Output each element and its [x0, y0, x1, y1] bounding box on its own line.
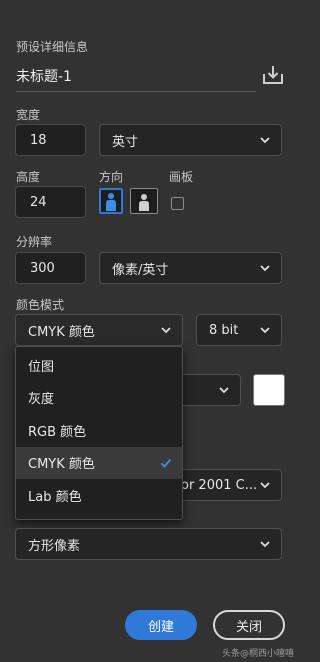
- portrait-person-icon: [106, 193, 116, 211]
- checkmark-icon: [160, 458, 172, 468]
- preset-details-title: 预设详细信息: [16, 40, 89, 54]
- height-value: 24: [30, 194, 47, 210]
- width-label: 宽度: [16, 108, 41, 122]
- menu-item-label: Lab 颜色: [28, 489, 82, 505]
- color-mode-select[interactable]: CMYK 颜色: [15, 314, 183, 346]
- color-mode-label: 颜色模式: [16, 298, 65, 312]
- width-value: 18: [30, 132, 47, 148]
- save-preset-icon[interactable]: [261, 63, 285, 87]
- chevron-down-icon: [219, 387, 229, 394]
- portrait-orientation-button[interactable]: [99, 188, 123, 214]
- menu-item-cmyk[interactable]: CMYK 颜色: [16, 446, 182, 479]
- height-label: 高度: [16, 170, 41, 184]
- menu-item-label: CMYK 颜色: [28, 457, 95, 473]
- document-name-input[interactable]: 未标题-1: [16, 66, 72, 86]
- resolution-unit-value: 像素/英寸: [112, 262, 169, 278]
- document-name-underline: [16, 91, 256, 92]
- menu-item-grayscale[interactable]: 灰度: [16, 382, 182, 415]
- create-button[interactable]: 创建: [125, 610, 197, 640]
- color-mode-value: CMYK 颜色: [28, 324, 95, 340]
- menu-item-label: 位图: [28, 359, 55, 375]
- landscape-person-icon: [139, 194, 149, 211]
- color-mode-menu: 位图 灰度 RGB 颜色 CMYK 颜色 Lab 颜色: [15, 346, 183, 520]
- watermark-text: 头条@桐西小嘻嘻: [221, 649, 294, 659]
- resolution-input[interactable]: 300: [15, 252, 86, 284]
- resolution-label: 分辨率: [16, 235, 53, 249]
- background-color-swatch[interactable]: [253, 374, 285, 406]
- landscape-orientation-button[interactable]: [130, 188, 158, 214]
- close-button[interactable]: 关闭: [213, 610, 285, 640]
- chevron-down-icon: [260, 482, 270, 489]
- chevron-down-icon: [260, 265, 270, 272]
- artboard-label: 画板: [169, 170, 194, 184]
- orientation-label: 方向: [99, 170, 124, 184]
- pixel-aspect-select[interactable]: 方形像素: [15, 528, 282, 560]
- artboard-checkbox[interactable]: [171, 197, 184, 210]
- resolution-unit-select[interactable]: 像素/英寸: [99, 252, 282, 284]
- menu-item-lab[interactable]: Lab 颜色: [16, 479, 182, 512]
- color-profile-value: or 2001 C...: [181, 477, 258, 493]
- pixel-aspect-value: 方形像素: [28, 538, 81, 554]
- bit-depth-value: 8 bit: [209, 322, 239, 338]
- chevron-down-icon: [260, 541, 270, 548]
- menu-item-label: RGB 颜色: [28, 424, 87, 440]
- height-input[interactable]: 24: [15, 186, 86, 218]
- resolution-value: 300: [30, 260, 55, 276]
- menu-item-label: 灰度: [28, 392, 55, 408]
- chevron-down-icon: [161, 327, 171, 334]
- menu-item-bitmap[interactable]: 位图: [16, 349, 182, 382]
- menu-item-rgb[interactable]: RGB 颜色: [16, 414, 182, 447]
- width-input[interactable]: 18: [15, 124, 86, 156]
- width-unit-value: 英寸: [112, 134, 139, 150]
- bit-depth-select[interactable]: 8 bit: [196, 314, 282, 346]
- chevron-down-icon: [260, 327, 270, 334]
- width-unit-select[interactable]: 英寸: [99, 124, 282, 156]
- chevron-down-icon: [260, 137, 270, 144]
